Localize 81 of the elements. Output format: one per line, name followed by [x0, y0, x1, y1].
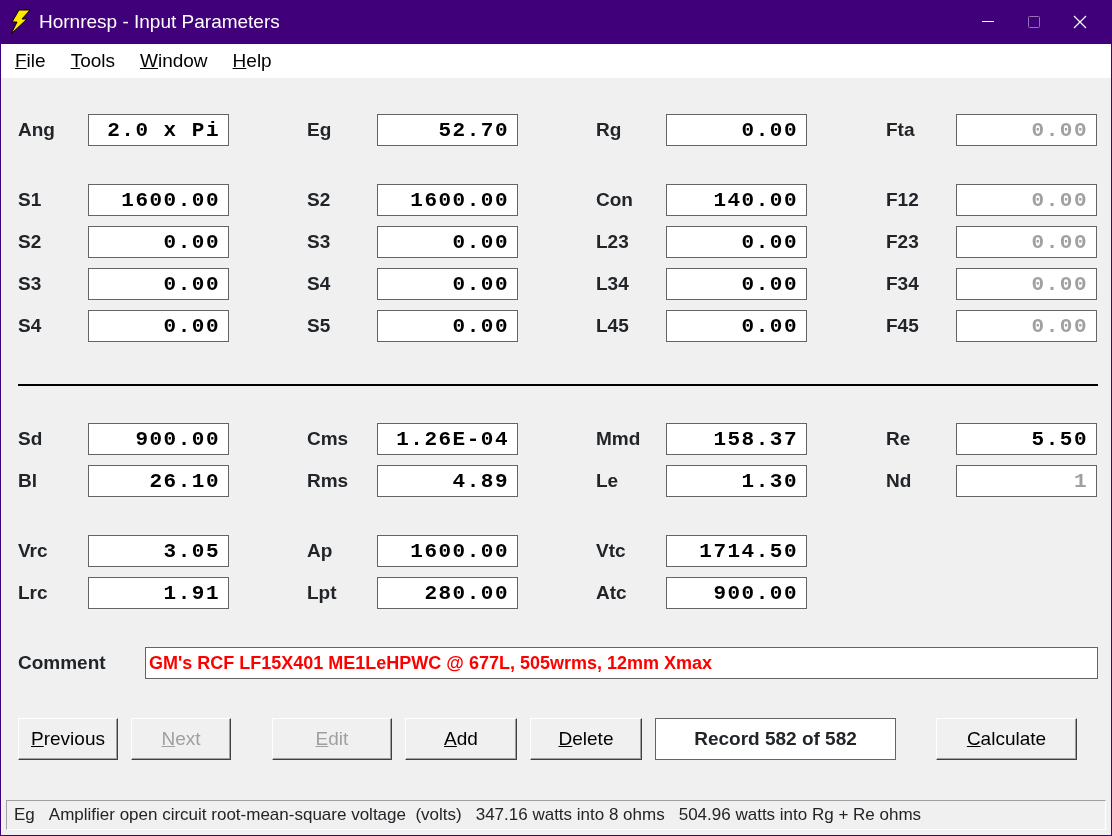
field-label: Vtc — [596, 538, 627, 563]
field-label: Re — [886, 426, 912, 451]
field-label: S1 — [18, 187, 43, 212]
input-field[interactable]: 900.00 — [666, 577, 807, 609]
field-label: Nd — [886, 468, 913, 493]
field-label: Fta — [886, 117, 916, 142]
input-field[interactable]: 0.00 — [88, 310, 229, 342]
field-label: Comment — [18, 650, 107, 675]
input-field[interactable]: 140.00 — [666, 184, 807, 216]
menu-item[interactable]: File — [15, 46, 46, 76]
input-field[interactable]: 5.50 — [956, 423, 1097, 455]
input-field[interactable]: 900.00 — [88, 423, 229, 455]
field-label: F23 — [886, 229, 920, 254]
input-field[interactable]: 2.0 x Pi — [88, 114, 229, 146]
field-label: Ap — [307, 538, 334, 563]
menu-item[interactable]: Help — [232, 46, 272, 76]
comment-field[interactable]: GM's RCF LF15X401 ME1LeHPWC @ 677L, 505wrms, 12mm Xmax — [145, 647, 1098, 679]
field-label: Ang — [18, 117, 56, 142]
input-field[interactable]: 1600.00 — [377, 535, 518, 567]
status-text: 347.16 watts into 8 ohms — [475, 804, 665, 827]
input-field[interactable]: 280.00 — [377, 577, 518, 609]
action-button[interactable]: Calculate — [936, 718, 1077, 760]
field-label: S2 — [307, 187, 332, 212]
record-counter: Record 582 of 582 — [655, 718, 896, 760]
input-field[interactable]: 1600.00 — [377, 184, 518, 216]
input-field[interactable]: 0.00 — [666, 268, 807, 300]
input-field[interactable]: 0.00 — [377, 310, 518, 342]
field-label: S5 — [307, 313, 332, 338]
menu-item[interactable]: Tools — [70, 46, 115, 76]
field-label: Rg — [596, 117, 623, 142]
field-label: Con — [596, 187, 634, 212]
field-label: F12 — [886, 187, 920, 212]
menu-item[interactable]: Window — [140, 46, 208, 76]
input-field[interactable]: 1714.50 — [666, 535, 807, 567]
field-label: Vrc — [18, 538, 49, 563]
action-button[interactable]: Previous — [18, 718, 118, 760]
field-label: Lrc — [18, 580, 49, 605]
field-label: Rms — [307, 468, 350, 493]
input-field[interactable]: 0.00 — [666, 310, 807, 342]
input-field[interactable]: 0.00 — [377, 226, 518, 258]
minimize-icon[interactable] — [982, 21, 994, 23]
window-title: Hornresp - Input Parameters — [39, 9, 280, 34]
field-label: Lpt — [307, 580, 338, 605]
field-label: F34 — [886, 271, 920, 296]
input-field[interactable]: 52.70 — [377, 114, 518, 146]
status-text: Eg — [14, 804, 35, 827]
field-label: Atc — [596, 580, 628, 605]
input-field[interactable]: 4.89 — [377, 465, 518, 497]
field-label: Mmd — [596, 426, 642, 451]
input-field[interactable]: 0.00 — [88, 226, 229, 258]
field-label: F45 — [886, 313, 920, 338]
field-label: Eg — [307, 117, 333, 142]
input-field[interactable]: 1.26E-04 — [377, 423, 518, 455]
field-label: Bl — [18, 468, 38, 493]
input-field[interactable]: 1.91 — [88, 577, 229, 609]
field-label: S4 — [18, 313, 43, 338]
field-label: L45 — [596, 313, 630, 338]
input-field[interactable]: 0.00 — [666, 226, 807, 258]
field-label: S4 — [307, 271, 332, 296]
status-text: 504.96 watts into Rg + Re ohms — [678, 804, 922, 827]
field-label: L34 — [596, 271, 630, 296]
field-label: Cms — [307, 426, 350, 451]
input-field[interactable]: 158.37 — [666, 423, 807, 455]
field-label: L23 — [596, 229, 630, 254]
input-field[interactable]: 3.05 — [88, 535, 229, 567]
action-button[interactable]: Add — [405, 718, 517, 760]
field-label: S3 — [18, 271, 43, 296]
input-field[interactable]: 1600.00 — [88, 184, 229, 216]
action-button[interactable]: Delete — [530, 718, 642, 760]
input-field[interactable]: 0.00 — [377, 268, 518, 300]
field-label: S2 — [18, 229, 43, 254]
lightning-icon — [9, 9, 31, 35]
input-field[interactable]: 0.00 — [666, 114, 807, 146]
close-icon[interactable] — [1073, 15, 1087, 29]
input-field[interactable]: 1.30 — [666, 465, 807, 497]
field-label: Le — [596, 468, 620, 493]
input-field[interactable]: 0.00 — [88, 268, 229, 300]
field-label: Sd — [18, 426, 44, 451]
input-field[interactable]: 26.10 — [88, 465, 229, 497]
status-text: Amplifier open circuit root-mean-square voltage (volts) — [48, 804, 462, 827]
field-label: S3 — [307, 229, 332, 254]
